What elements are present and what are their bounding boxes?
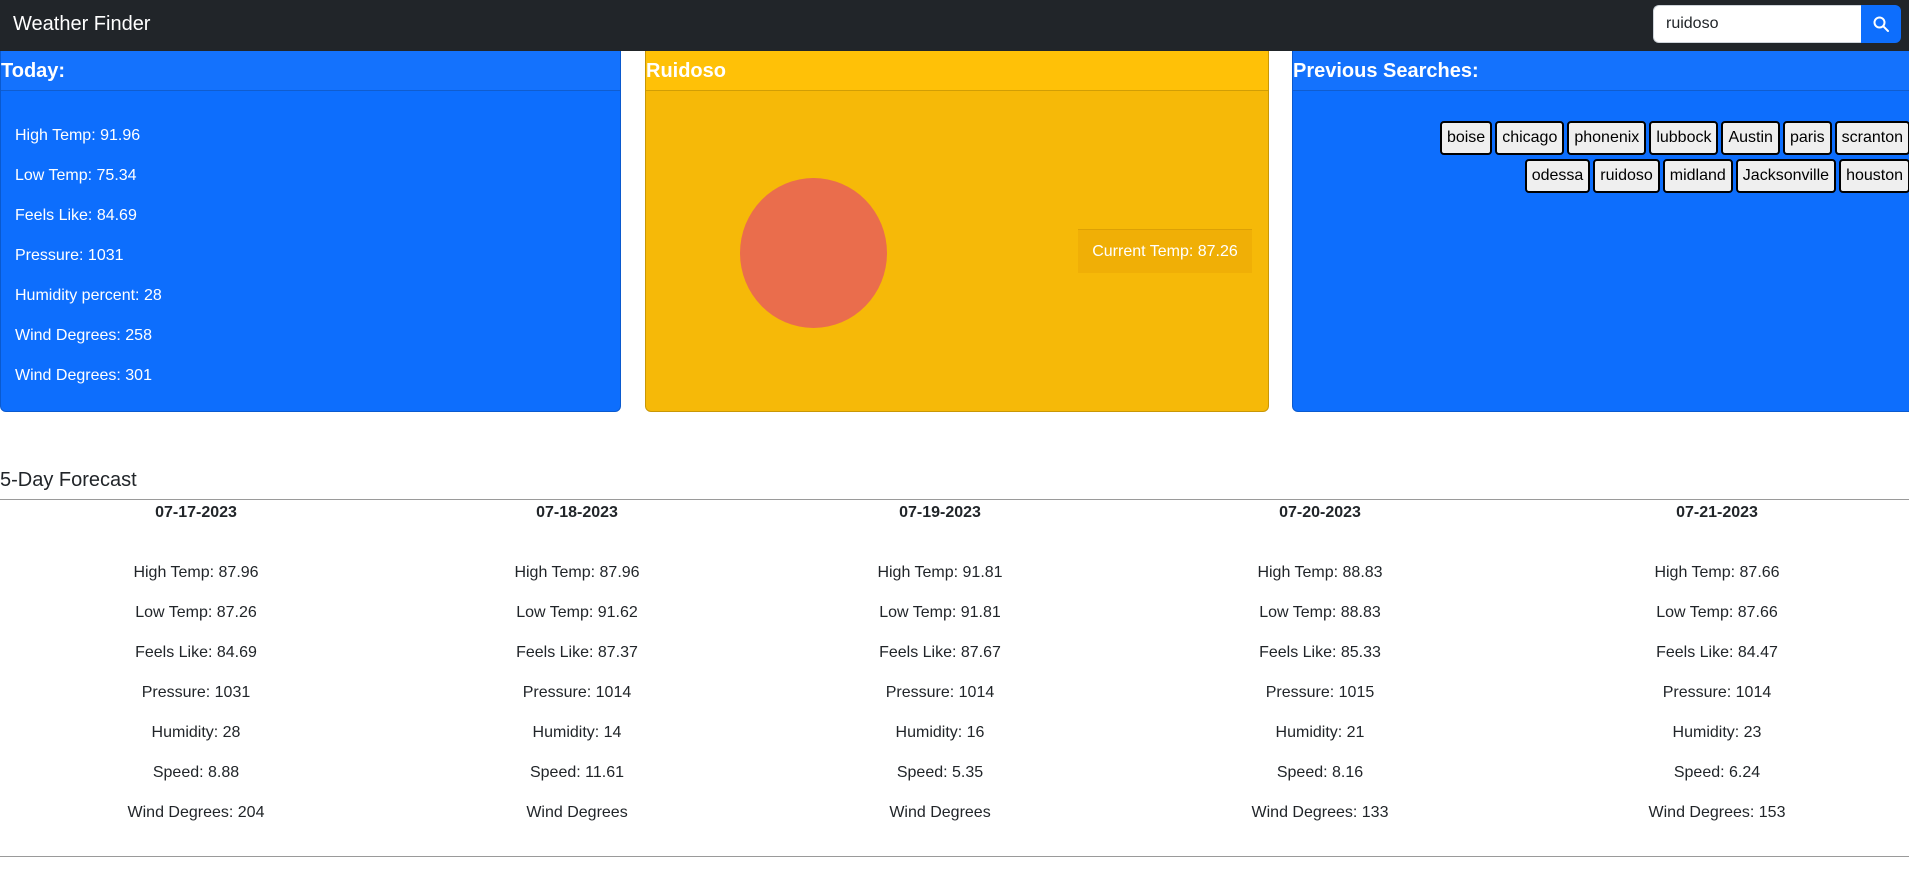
city-card: Ruidoso Current Temp: 87.26: [645, 51, 1269, 412]
forecast-item: Pressure: 1015: [1265, 684, 1375, 701]
forecast-item: Humidity: 21: [1275, 724, 1365, 741]
previous-searches-title: Previous Searches:: [1293, 51, 1909, 91]
navbar: Weather Finder: [0, 0, 1909, 51]
forecast-item: Feels Like: 85.33: [1259, 644, 1381, 661]
forecast-item: Speed: 11.61: [529, 764, 624, 781]
forecast-item: Wind Degrees: [526, 804, 628, 821]
forecast-title: 5-Day Forecast: [0, 469, 137, 491]
forecast-item: Humidity: 14: [532, 724, 622, 741]
history-button[interactable]: Jacksonville: [1735, 159, 1837, 193]
current-temp: Current Temp: 87.26: [1078, 229, 1252, 273]
forecast-item: Low Temp: 87.66: [1656, 604, 1778, 621]
forecast-item: Speed: 8.16: [1276, 764, 1364, 781]
forecast-item: High Temp: 87.96: [514, 564, 640, 581]
history-button[interactable]: boise: [1439, 121, 1493, 155]
forecast-item: Pressure: 1014: [885, 684, 995, 701]
previous-searches-card: Previous Searches: boise chicago phonenix l…: [1292, 51, 1909, 412]
forecast-date: 07-17-2023: [155, 504, 237, 521]
forecast-item: Low Temp: 91.81: [879, 604, 1001, 621]
forecast-item: Speed: 5.35: [896, 764, 984, 781]
history-button[interactable]: odessa: [1524, 159, 1591, 193]
forecast-item: Pressure: 1014: [1662, 684, 1772, 701]
forecast-item: High Temp: 87.96: [133, 564, 259, 581]
forecast-item: Pressure: 1014: [522, 684, 632, 701]
brand-title[interactable]: Weather Finder: [13, 12, 150, 36]
history-button[interactable]: lubbock: [1649, 121, 1719, 155]
history-button[interactable]: ruidoso: [1593, 159, 1660, 193]
forecast-date: 07-19-2023: [899, 504, 981, 521]
history-button[interactable]: houston: [1839, 159, 1909, 193]
today-humidity: Humidity percent: 28: [15, 287, 162, 304]
forecast-item: Wind Degrees: 153: [1648, 804, 1786, 821]
search-input[interactable]: [1653, 5, 1861, 43]
city-name: Ruidoso: [646, 51, 1268, 91]
forecast-item: Low Temp: 88.83: [1259, 604, 1381, 621]
history-button[interactable]: scranton: [1834, 121, 1909, 155]
today-high-temp: High Temp: 91.96: [15, 127, 141, 144]
today-wind-degrees: Wind Degrees: 258: [15, 327, 152, 344]
today-wind-degrees-2: Wind Degrees: 301: [15, 367, 152, 384]
search-button[interactable]: [1861, 5, 1901, 43]
forecast-item: Pressure: 1031: [141, 684, 251, 701]
forecast-item: Feels Like: 84.69: [135, 644, 257, 661]
forecast-item: Feels Like: 87.67: [879, 644, 1001, 661]
history-button[interactable]: Austin: [1721, 121, 1780, 155]
forecast-date: 07-18-2023: [536, 504, 618, 521]
sun-icon: [740, 178, 887, 328]
forecast-item: High Temp: 87.66: [1654, 564, 1780, 581]
history-button[interactable]: paris: [1782, 121, 1832, 155]
forecast-item: Feels Like: 84.47: [1656, 644, 1778, 661]
forecast-item: Speed: 8.88: [152, 764, 240, 781]
forecast-item: Speed: 6.24: [1673, 764, 1761, 781]
forecast-date: 07-21-2023: [1676, 504, 1758, 521]
forecast-item: High Temp: 91.81: [877, 564, 1003, 581]
today-low-temp: Low Temp: 75.34: [15, 167, 137, 184]
history-button[interactable]: chicago: [1495, 121, 1565, 155]
search-icon: [1873, 16, 1889, 32]
forecast-item: Humidity: 23: [1672, 724, 1762, 741]
history-button[interactable]: midland: [1662, 159, 1733, 193]
forecast-item: Wind Degrees: 133: [1251, 804, 1389, 821]
forecast-item: Wind Degrees: [889, 804, 991, 821]
forecast-item: Low Temp: 91.62: [516, 604, 638, 621]
forecast-item: Humidity: 16: [895, 724, 985, 741]
today-card: Today: High Temp: 91.96 Low Temp: 75.34 …: [0, 51, 621, 412]
history-button[interactable]: phonenix: [1567, 121, 1647, 155]
forecast-item: Wind Degrees: 204: [127, 804, 265, 821]
today-feels-like: Feels Like: 84.69: [15, 207, 137, 224]
history-list: boise chicago phonenix lubbock Austin paris sc…: [1373, 121, 1909, 193]
today-pressure: Pressure: 1031: [15, 247, 124, 264]
forecast-divider-bottom: [0, 856, 1909, 857]
forecast-date: 07-20-2023: [1279, 504, 1361, 521]
forecast-item: High Temp: 88.83: [1257, 564, 1383, 581]
forecast-item: Low Temp: 87.26: [135, 604, 257, 621]
today-title: Today:: [1, 51, 620, 91]
forecast-item: Feels Like: 87.37: [516, 644, 638, 661]
forecast-item: Humidity: 28: [151, 724, 241, 741]
forecast-divider-top: [0, 499, 1909, 500]
